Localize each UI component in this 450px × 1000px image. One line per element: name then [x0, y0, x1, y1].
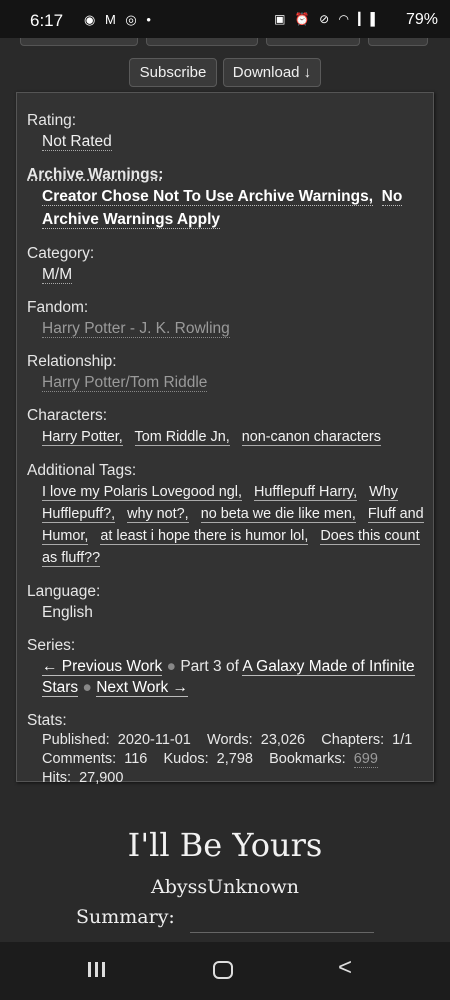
- series-navigation: ← Previous Work ● Part 3 of A Galaxy Mad…: [27, 656, 427, 698]
- series-part-text: Part 3 of: [180, 658, 239, 675]
- home-icon[interactable]: [213, 961, 233, 979]
- relationship-tag[interactable]: Harry Potter/Tom Riddle: [42, 374, 208, 392]
- stats-label: Stats:: [27, 712, 67, 729]
- freeform-tag[interactable]: at least i hope there is humor lol,: [100, 528, 309, 545]
- android-nav-bar: <: [0, 942, 450, 1000]
- battery-level: 79%: [405, 11, 438, 28]
- bookmarks-link[interactable]: 699: [353, 751, 378, 768]
- recent-apps-icon[interactable]: [88, 962, 109, 982]
- system-status-icons: ▣ ⏰ ⊘ ◠ ▎▌: [274, 12, 382, 26]
- kudos-label: Kudos:: [163, 751, 209, 767]
- characters-label: Characters:: [27, 407, 108, 424]
- comments-value: 116: [124, 751, 148, 767]
- series-label: Series:: [27, 637, 76, 654]
- separator-dot: ●: [82, 679, 92, 696]
- fandom-tag[interactable]: Harry Potter - J. K. Rowling: [42, 320, 230, 338]
- comments-label: Comments:: [42, 751, 117, 767]
- back-icon[interactable]: <: [338, 954, 352, 982]
- warnings-label[interactable]: Archive Warnings:: [27, 164, 427, 185]
- freeform-tag[interactable]: no beta we die like men,: [200, 506, 356, 523]
- notification-icons: ◉ M ◎ •: [84, 12, 154, 27]
- subscribe-button[interactable]: Subscribe: [129, 58, 217, 87]
- words-value: 23,026: [260, 732, 306, 748]
- published-value: 2020-11-01: [117, 732, 191, 748]
- rating-tag[interactable]: Not Rated: [42, 133, 112, 151]
- author-link[interactable]: AbyssUnknown: [0, 876, 450, 898]
- category-label: Category:: [27, 245, 95, 262]
- language-value: English: [42, 604, 93, 621]
- hits-value: 27,900: [79, 770, 124, 786]
- relationship-label: Relationship:: [27, 353, 117, 370]
- category-tag[interactable]: M/M: [42, 266, 73, 284]
- warning-tag[interactable]: Creator Chose Not To Use Archive Warning…: [42, 188, 374, 206]
- character-tag[interactable]: non-canon characters: [241, 429, 381, 446]
- rating-label: Rating:: [27, 112, 77, 129]
- hits-label: Hits:: [42, 770, 71, 786]
- next-work-link[interactable]: Next Work →: [96, 679, 189, 697]
- published-label: Published:: [42, 732, 110, 748]
- freeform-tag[interactable]: Hufflepuff Harry,: [253, 484, 358, 501]
- download-button[interactable]: Download ↓: [223, 58, 321, 87]
- kudos-value: 2,798: [216, 751, 253, 767]
- language-label: Language:: [27, 583, 101, 600]
- status-bar: 6:17 ◉ M ◎ • ▣ ⏰ ⊘ ◠ ▎▌ 79%: [0, 0, 450, 38]
- additional-tags-label: Additional Tags:: [27, 462, 137, 479]
- status-time: 6:17: [30, 11, 64, 30]
- work-title: I'll Be Yours: [127, 826, 323, 864]
- character-tag[interactable]: Tom Riddle Jn,: [134, 429, 230, 446]
- freeform-tag[interactable]: I love my Polaris Lovegood ngl,: [42, 484, 242, 501]
- previous-work-link[interactable]: ← Previous Work: [42, 658, 163, 676]
- bookmarks-label: Bookmarks:: [269, 751, 346, 767]
- chapters-label: Chapters:: [321, 732, 385, 748]
- fandom-label: Fandom:: [27, 299, 89, 316]
- chapters-value: 1/1: [392, 732, 413, 748]
- work-meta: Rating: Not Rated Archive Warnings: Crea…: [27, 110, 427, 788]
- character-tag[interactable]: Harry Potter,: [42, 429, 123, 446]
- separator-dot: ●: [166, 658, 176, 675]
- work-stats: Published: 2020-11-01 Words: 23,026 Chap…: [27, 731, 427, 788]
- summary-heading: Summary:: [76, 906, 175, 928]
- words-label: Words:: [207, 732, 253, 748]
- freeform-tag[interactable]: why not?,: [127, 506, 189, 523]
- summary-divider: [190, 932, 374, 933]
